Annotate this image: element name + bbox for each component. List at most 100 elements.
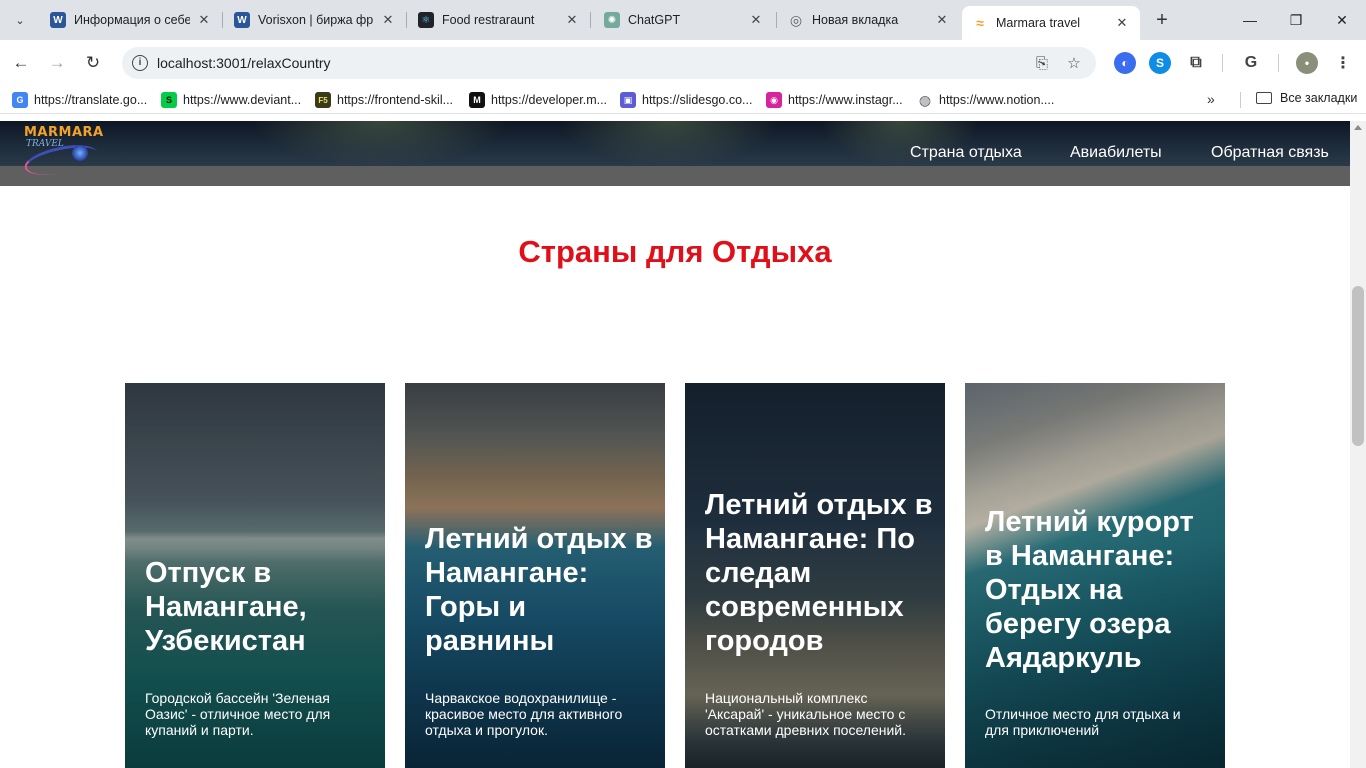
plus-icon: + xyxy=(1156,8,1168,31)
bookmark-label: https://translate.go... xyxy=(34,93,148,107)
bookmark-4[interactable]: M https://developer.m... xyxy=(469,91,607,109)
tab-title: Food restraraunt xyxy=(442,13,535,27)
back-button[interactable]: ← xyxy=(8,50,34,76)
bookmark-label: https://www.notion.... xyxy=(939,93,1055,107)
globe-icon: ◍ xyxy=(918,91,932,108)
menu-kebab-icon[interactable]: ⋮ xyxy=(1332,52,1354,74)
bookmark-label: https://frontend-skil... xyxy=(337,93,454,107)
card-title: Летний отдых в Намангане: Горы и равнины xyxy=(425,523,653,657)
nav-relax-country[interactable]: Страна отдыха xyxy=(910,144,1022,162)
close-icon[interactable]: ✕ xyxy=(748,12,764,28)
instagram-icon: ◉ xyxy=(766,92,782,108)
site-logo[interactable]: MARMARA TRAVEL xyxy=(20,123,104,181)
bookmark-6[interactable]: ◉ https://www.instagr... xyxy=(766,91,903,109)
star-icon[interactable]: ☆ xyxy=(1064,53,1084,73)
extension-compass-icon[interactable]: ◐ xyxy=(1114,52,1136,74)
bookmark-1[interactable]: G https://translate.go... xyxy=(12,91,147,109)
arrow-right-icon: → xyxy=(48,53,66,72)
translate-icon[interactable]: ⎘ xyxy=(1032,53,1052,73)
tab-strip: ⌄ W Информация о себе ✕ W Vorisxon | бир… xyxy=(0,0,1366,40)
card-title: Отпуск в Намангане, Узбекистан xyxy=(145,557,307,657)
bookmark-label: https://www.instagr... xyxy=(788,93,903,107)
bookmarks-bar: G https://translate.go... S https://www.… xyxy=(0,86,1366,114)
page-title: Страны для Отдыха xyxy=(518,234,832,269)
card-title: Летний отдых в Намангане: По следам совр… xyxy=(705,489,933,657)
browser-toolbar: ← → ↻ i localhost:3001/relaxCountry ⎘ ☆ … xyxy=(0,40,1366,86)
word-icon: W xyxy=(234,12,250,28)
chrome-icon: ◎ xyxy=(789,11,803,28)
chatgpt-icon: ✺ xyxy=(604,12,620,28)
tab-title: Новая вкладка xyxy=(812,13,899,27)
new-tab-button[interactable]: + xyxy=(1150,8,1174,32)
country-card[interactable]: Летний курорт в Намангане: Отдых на бере… xyxy=(965,383,1225,768)
close-icon: ✕ xyxy=(1336,11,1348,28)
restore-button[interactable]: ❐ xyxy=(1284,8,1308,32)
close-icon[interactable]: ✕ xyxy=(1114,15,1130,31)
word-icon: W xyxy=(50,12,66,28)
chevron-down-icon: ⌄ xyxy=(15,14,25,27)
tab-5[interactable]: ◎ Новая вкладка ✕ xyxy=(778,6,960,34)
minimize-icon: — xyxy=(1243,12,1257,28)
site-info-icon[interactable]: i xyxy=(132,55,148,71)
page-viewport: MARMARA TRAVEL Страна отдыха Авиабилеты … xyxy=(0,121,1350,768)
card-title: Летний курорт в Намангане: Отдых на бере… xyxy=(985,506,1194,674)
reload-button[interactable]: ↻ xyxy=(80,50,106,76)
all-bookmarks-button[interactable]: Все закладки xyxy=(1256,91,1357,105)
frontend-skills-icon: F5 xyxy=(315,92,331,108)
tab-title: Marmara travel xyxy=(996,16,1081,30)
close-icon[interactable]: ✕ xyxy=(196,12,212,28)
reload-icon: ↻ xyxy=(85,53,101,72)
minimize-button[interactable]: — xyxy=(1238,8,1262,32)
card-description: Чарвакское водохранилище - красивое мест… xyxy=(425,690,623,738)
bookmark-7[interactable]: ◍ https://www.notion.... xyxy=(917,91,1054,109)
close-icon[interactable]: ✕ xyxy=(564,12,580,28)
card-description: Отличное место для отдыха и для приключе… xyxy=(985,706,1181,738)
header-strip xyxy=(0,166,1350,186)
extensions-puzzle-icon[interactable]: ⧉ xyxy=(1185,52,1207,74)
arrow-left-icon: ← xyxy=(12,53,30,72)
tab-search-button[interactable]: ⌄ xyxy=(8,8,32,32)
card-description: Городской бассейн 'Зеленая Оазис' - отли… xyxy=(145,690,331,738)
url-text[interactable]: localhost:3001/relaxCountry xyxy=(157,55,331,71)
mdn-icon: M xyxy=(469,92,485,108)
close-icon[interactable]: ✕ xyxy=(380,12,396,28)
bookmark-label: https://developer.m... xyxy=(491,93,608,107)
slidesgo-icon: ▣ xyxy=(620,92,636,108)
tab-title: Vorisxon | биржа фри xyxy=(258,13,374,27)
tab-3[interactable]: ⚛ Food restraraunt ✕ xyxy=(408,6,590,34)
folder-icon xyxy=(1256,92,1272,104)
marmara-icon: ≈ xyxy=(976,15,984,31)
bookmarks-overflow-icon[interactable]: » xyxy=(1207,91,1215,107)
country-card[interactable]: Отпуск в Намангане, Узбекистан Городской… xyxy=(125,383,385,768)
tab-active[interactable]: ≈ Marmara travel ✕ xyxy=(962,6,1140,40)
logo-globe-icon xyxy=(72,145,88,161)
logo-text: MARMARA xyxy=(24,125,104,140)
restore-icon: ❐ xyxy=(1289,11,1303,28)
nav-air-tickets[interactable]: Авиабилеты xyxy=(1070,144,1162,162)
tab-4[interactable]: ✺ ChatGPT ✕ xyxy=(594,6,774,34)
scroll-up-icon[interactable] xyxy=(1354,125,1362,130)
scroll-thumb[interactable] xyxy=(1352,286,1364,446)
tab-1[interactable]: W Информация о себе ✕ xyxy=(40,6,222,34)
country-card[interactable]: Летний отдых в Намангане: Горы и равнины… xyxy=(405,383,665,768)
bookmark-5[interactable]: ▣ https://slidesgo.co... xyxy=(620,91,752,109)
page-scrollbar[interactable] xyxy=(1350,121,1366,768)
tab-2[interactable]: W Vorisxon | биржа фри ✕ xyxy=(224,6,406,34)
country-card[interactable]: Летний отдых в Намангане: По следам совр… xyxy=(685,383,945,768)
google-translate-icon: G xyxy=(12,92,28,108)
close-icon[interactable]: ✕ xyxy=(934,12,950,28)
bookmark-3[interactable]: F5 https://frontend-skil... xyxy=(315,91,453,109)
address-bar[interactable]: i localhost:3001/relaxCountry ⎘ ☆ xyxy=(122,47,1096,79)
card-description: Национальный комплекс 'Аксарай' - уникал… xyxy=(705,690,907,738)
profile-avatar[interactable]: • xyxy=(1296,52,1318,74)
bookmark-2[interactable]: S https://www.deviant... xyxy=(161,91,301,109)
all-bookmarks-label: Все закладки xyxy=(1280,91,1358,105)
google-icon[interactable]: G xyxy=(1240,52,1262,74)
bookmark-label: https://www.deviant... xyxy=(183,93,302,107)
react-icon: ⚛ xyxy=(418,12,434,28)
forward-button[interactable]: → xyxy=(44,50,70,76)
nav-feedback[interactable]: Обратная связь xyxy=(1211,144,1329,162)
extension-shazam-icon[interactable]: S xyxy=(1149,52,1171,74)
tab-title: Информация о себе xyxy=(74,13,190,27)
close-window-button[interactable]: ✕ xyxy=(1330,8,1354,32)
